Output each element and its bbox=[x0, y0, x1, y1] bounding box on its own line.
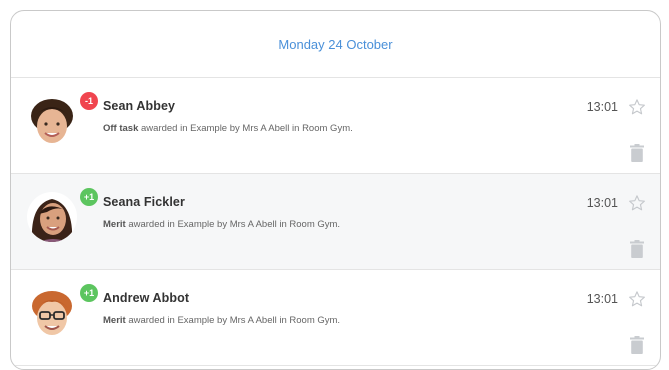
star-outline-icon[interactable] bbox=[628, 194, 646, 212]
behaviour-type: Merit bbox=[103, 315, 126, 326]
points-badge: -1 bbox=[80, 92, 98, 110]
feed-item[interactable]: -1 Sean Abbey Off task awarded in Exampl… bbox=[11, 78, 660, 174]
behaviour-feed-panel: Monday 24 October -1 Sean Abbey Off task… bbox=[10, 10, 661, 370]
trash-icon[interactable] bbox=[630, 144, 644, 162]
award-description: Merit awarded in Example by Mrs A Abell … bbox=[103, 315, 340, 326]
behaviour-type: Off task bbox=[103, 123, 139, 134]
date-header: Monday 24 October bbox=[11, 11, 660, 78]
student-name[interactable]: Seana Fickler bbox=[103, 195, 185, 209]
avatar bbox=[27, 96, 77, 146]
avatar bbox=[27, 192, 77, 242]
student-name[interactable]: Sean Abbey bbox=[103, 99, 175, 113]
award-time: 13:01 bbox=[586, 196, 618, 210]
award-time: 13:01 bbox=[586, 100, 618, 114]
award-time: 13:01 bbox=[586, 292, 618, 306]
avatar bbox=[27, 288, 77, 338]
feed-item[interactable]: +1 Andrew Abbot Merit awarded in Example… bbox=[11, 270, 660, 366]
star-outline-icon[interactable] bbox=[628, 98, 646, 116]
award-detail: awarded in Example by Mrs A Abell in Roo… bbox=[138, 123, 353, 134]
date-label: Monday 24 October bbox=[278, 36, 393, 52]
award-detail: awarded in Example by Mrs A Abell in Roo… bbox=[125, 219, 341, 230]
award-detail: awarded in Example by Mrs A Abell in Roo… bbox=[125, 315, 341, 326]
points-badge: +1 bbox=[80, 188, 98, 206]
student-name[interactable]: Andrew Abbot bbox=[103, 291, 189, 305]
award-description: Merit awarded in Example by Mrs A Abell … bbox=[103, 219, 340, 230]
award-description: Off task awarded in Example by Mrs A Abe… bbox=[103, 123, 353, 134]
star-outline-icon[interactable] bbox=[628, 290, 646, 308]
points-badge: +1 bbox=[80, 284, 98, 302]
feed-item[interactable]: +1 Seana Fickler Merit awarded in Exampl… bbox=[11, 174, 660, 270]
trash-icon[interactable] bbox=[630, 240, 644, 258]
trash-icon[interactable] bbox=[630, 336, 644, 354]
behaviour-type: Merit bbox=[103, 219, 126, 230]
